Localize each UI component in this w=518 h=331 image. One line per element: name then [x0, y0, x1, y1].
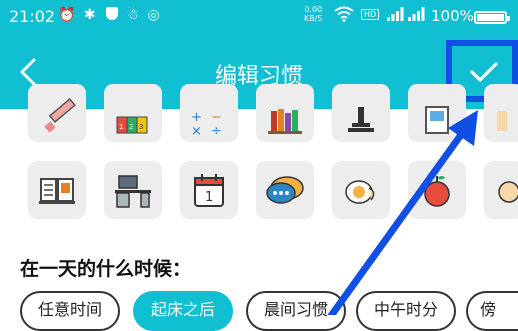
bluetooth-icon: ✱ [83, 7, 98, 23]
habit-icon-partial-1[interactable] [484, 84, 518, 142]
habit-icon-open-book[interactable] [28, 161, 86, 219]
time-option-label: 中午时分 [373, 300, 438, 319]
svg-text:+: + [191, 110, 202, 125]
alarm-icon: ⏰ [58, 7, 78, 23]
books-icon: 1 2 3 [116, 116, 148, 134]
battery-icon [474, 11, 510, 24]
signal-icon-2 [407, 6, 425, 26]
habit-icon-chat[interactable] [256, 161, 314, 219]
egg-icon [345, 180, 375, 204]
habit-icon-partial-2[interactable] [484, 161, 518, 219]
time-option-label: 晨间习惯 [263, 300, 328, 319]
open-book-icon [39, 178, 75, 204]
time-option-label: 起床之后 [150, 300, 215, 319]
battery-percent: 100% [431, 7, 474, 25]
svg-text:3: 3 [139, 123, 143, 131]
time-option-evening[interactable]: 傍 [466, 291, 518, 331]
desk-icon [115, 175, 151, 208]
svg-text:÷: ÷ [211, 124, 222, 135]
math-symbols-icon: + − × ÷ [191, 110, 222, 135]
time-option-after-wakeup[interactable]: 起床之后 [133, 291, 233, 331]
habit-icon-bookshelf[interactable] [256, 84, 314, 142]
status-bar: 21:02 ⏰ ✱ ☃ ◎ 0.00 KB/S HD 100% [0, 0, 518, 34]
habit-icon-desk[interactable] [104, 161, 162, 219]
chat-bubble-icon [266, 176, 304, 204]
time-option-noon[interactable]: 中午时分 [356, 291, 456, 331]
svg-text:2: 2 [129, 123, 133, 131]
hd-badge: HD [361, 9, 380, 20]
time-option-anytime[interactable]: 任意时间 [20, 291, 120, 331]
bookshelf-icon [268, 109, 302, 134]
network-speed-value: 0.00 [304, 5, 323, 14]
penguin-icon: ☃ [126, 7, 142, 23]
svg-text:−: − [211, 110, 222, 125]
habit-icon-chess[interactable] [332, 84, 390, 142]
habit-icon-math[interactable]: + − × ÷ [180, 84, 238, 142]
partial-icon [497, 111, 507, 131]
wifi-icon [334, 6, 354, 26]
calendar-icon: 1 [194, 174, 224, 207]
chess-piece-icon [348, 107, 374, 132]
time-of-day-question: 在一天的什么时候： [20, 258, 192, 280]
habit-icon-document[interactable] [408, 84, 466, 142]
svg-text:×: × [191, 124, 202, 135]
network-speed-unit: KB/S [304, 14, 323, 23]
habit-icon-pencil[interactable] [28, 84, 86, 142]
shield-icon [106, 7, 119, 20]
svg-text:1: 1 [119, 123, 123, 131]
pencil-icon [44, 98, 76, 133]
habit-icon-calendar[interactable]: 1 [180, 161, 238, 219]
document-icon [425, 106, 449, 134]
time-option-morning[interactable]: 晨间习惯 [246, 291, 346, 331]
app-notification-icon: ◎ [147, 7, 162, 23]
partial-icon [498, 181, 518, 203]
calendar-day: 1 [205, 190, 213, 205]
habit-icon-books[interactable]: 1 2 3 [104, 84, 162, 142]
habit-icon-egg[interactable] [332, 161, 390, 219]
status-time: 21:02 [9, 7, 56, 26]
time-option-label: 傍 [480, 300, 497, 319]
status-left-icons: ⏰ ✱ ☃ ◎ [58, 7, 162, 23]
time-option-label: 任意时间 [37, 300, 102, 319]
habit-icon-apple[interactable] [408, 161, 466, 219]
apple-icon [424, 176, 450, 207]
network-speed: 0.00 KB/S [304, 5, 323, 23]
signal-icon-1 [386, 6, 404, 26]
